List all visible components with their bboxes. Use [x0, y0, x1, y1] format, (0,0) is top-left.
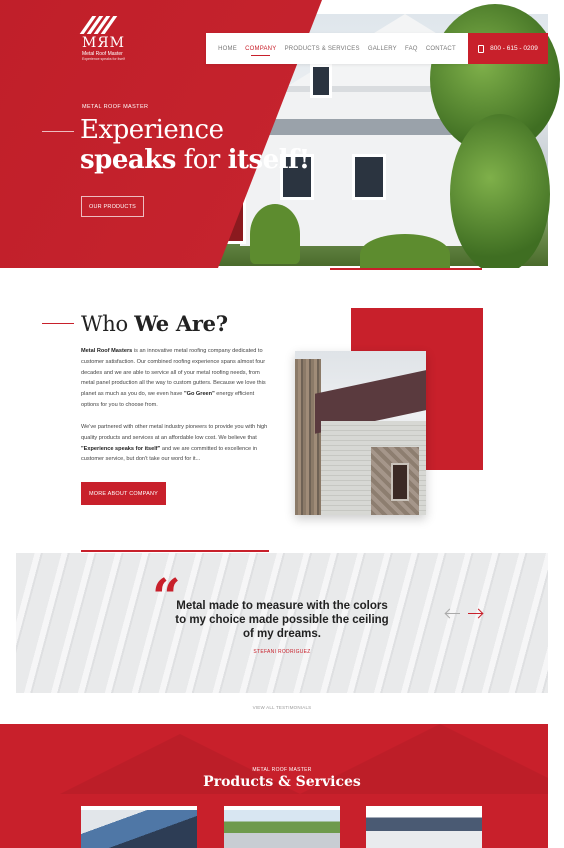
nav-company[interactable]: COMPANY [245, 46, 276, 56]
view-all-testimonials-link[interactable]: VIEW ALL TESTIMONIALS [0, 705, 564, 710]
hero-divider [42, 131, 74, 132]
products-title: Products & Services [203, 774, 361, 790]
who-paragraph-1: Metal Roof Masters is an innovative meta… [81, 348, 266, 408]
nav-products-services[interactable]: PRODUCTS & SERVICES [285, 46, 360, 52]
who-house-photo [295, 351, 426, 515]
nav-gallery[interactable]: GALLERY [368, 46, 397, 52]
hero-accent-line [330, 268, 482, 270]
product-image [224, 810, 340, 848]
logo[interactable]: MЯM Metal Roof Master Experience speaks … [79, 16, 132, 61]
product-image [81, 810, 197, 848]
phone-icon [478, 44, 485, 53]
hero-kicker: METAL ROOF MASTER [82, 104, 149, 110]
product-card[interactable] [224, 806, 340, 848]
product-image [366, 810, 482, 848]
hero-title-line2: speaks for itself! [80, 145, 310, 175]
logo-mark: MЯM [82, 35, 125, 51]
more-about-company-button[interactable]: MORE ABOUT COMPANY [81, 482, 166, 505]
hero-section: MЯM Metal Roof Master Experience speaks … [0, 0, 564, 268]
products-kicker: METAL ROOF MASTER [252, 767, 312, 773]
hero-title-line1: Experience [80, 115, 224, 145]
who-title: Who We Are? [81, 311, 228, 336]
who-divider [42, 323, 74, 324]
our-products-button[interactable]: OUR PRODUCTS [81, 196, 144, 217]
phone-number: 800 - 615 - 0209 [490, 45, 538, 52]
logo-stripes-icon [79, 16, 123, 34]
arrow-left-icon[interactable] [446, 613, 460, 614]
main-nav: HOME COMPANY PRODUCTS & SERVICES GALLERY… [206, 33, 468, 64]
logo-tagline: Experience speaks for itself [82, 57, 125, 61]
testimonial-quote: Metal made to measure with the colors to… [175, 600, 389, 640]
nav-faq[interactable]: FAQ [405, 46, 418, 52]
product-card[interactable] [366, 806, 482, 848]
testimonial-author: STEFANI RODRIGUEZ [253, 649, 311, 655]
nav-contact[interactable]: CONTACT [426, 46, 456, 52]
nav-home[interactable]: HOME [218, 46, 237, 52]
arrow-right-icon[interactable] [468, 613, 482, 614]
product-card[interactable] [81, 806, 197, 848]
phone-button[interactable]: 800 - 615 - 0209 [468, 33, 548, 64]
who-paragraph-2: We've partnered with other metal industr… [81, 424, 268, 463]
testimonial-accent-line [81, 550, 269, 552]
